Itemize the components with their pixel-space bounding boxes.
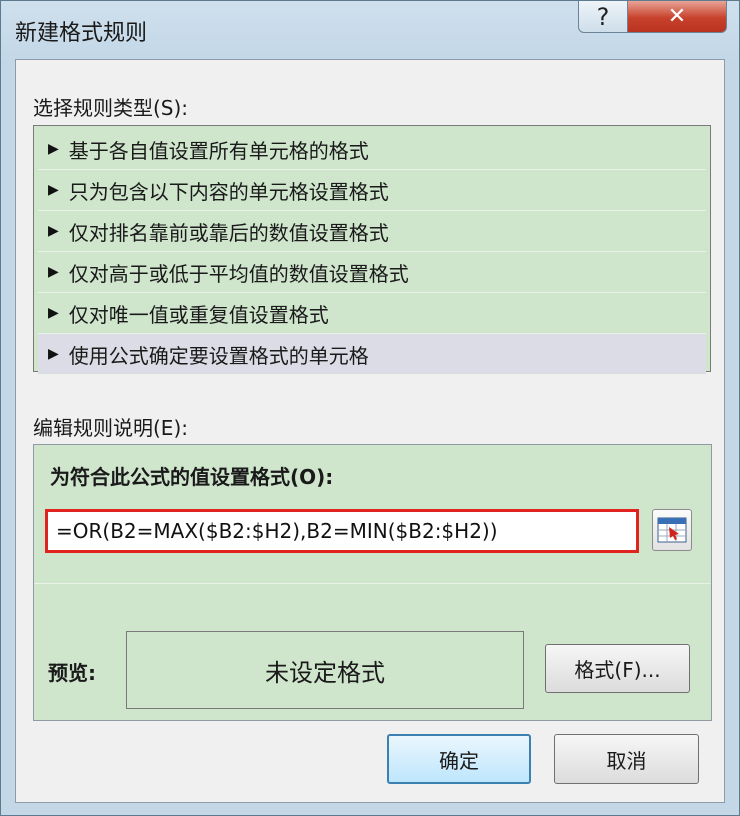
ok-button[interactable]: 确定 bbox=[387, 734, 531, 784]
rule-type-item-label: 仅对唯一值或重复值设置格式 bbox=[68, 302, 329, 327]
triangle-right-icon: ▶ bbox=[48, 305, 59, 321]
rule-type-item-label: 基于各自值设置所有单元格的格式 bbox=[68, 138, 369, 163]
rule-type-item[interactable]: ▶ 仅对排名靠前或靠后的数值设置格式 bbox=[38, 211, 706, 252]
close-button[interactable]: ✕ bbox=[627, 1, 727, 33]
dialog-title: 新建格式规则 bbox=[15, 21, 148, 46]
rule-type-item-label: 只为包含以下内容的单元格设置格式 bbox=[68, 179, 389, 204]
range-select-icon bbox=[657, 517, 687, 543]
collapse-dialog-button[interactable] bbox=[652, 509, 692, 551]
formula-label: 为符合此公式的值设置格式(O): bbox=[50, 465, 334, 489]
format-button[interactable]: 格式(F)... bbox=[545, 644, 690, 693]
cancel-button[interactable]: 取消 bbox=[554, 734, 699, 784]
triangle-right-icon: ▶ bbox=[48, 141, 59, 157]
rule-type-label: 选择规则类型(S): bbox=[33, 96, 189, 120]
triangle-right-icon: ▶ bbox=[48, 264, 59, 280]
rule-type-item-label: 仅对排名靠前或靠后的数值设置格式 bbox=[68, 220, 389, 245]
rule-type-item[interactable]: ▶ 使用公式确定要设置格式的单元格 bbox=[38, 334, 706, 375]
formula-input[interactable] bbox=[45, 509, 639, 553]
format-preview: 未设定格式 bbox=[126, 631, 524, 709]
edit-description-label: 编辑规则说明(E): bbox=[33, 416, 188, 440]
new-format-rule-dialog: 新建格式规则 ? ✕ 选择规则类型(S): ▶ 基于各自值设置所有单元格的格式 ▶ 只… bbox=[0, 0, 740, 816]
panel-divider bbox=[34, 583, 711, 584]
help-button[interactable]: ? bbox=[578, 1, 628, 33]
rule-description-panel: 为符合此公式的值设置格式(O): 预览: 未设定格式 格式(F)... bbox=[33, 444, 712, 721]
rule-type-item[interactable]: ▶ 仅对高于或低于平均值的数值设置格式 bbox=[38, 252, 706, 293]
rule-type-item[interactable]: ▶ 仅对唯一值或重复值设置格式 bbox=[38, 293, 706, 334]
preview-label: 预览: bbox=[48, 661, 96, 685]
help-icon: ? bbox=[596, 2, 610, 31]
triangle-right-icon: ▶ bbox=[48, 182, 59, 198]
rule-type-list[interactable]: ▶ 基于各自值设置所有单元格的格式 ▶ 只为包含以下内容的单元格设置格式 ▶ 仅对排名靠前… bbox=[33, 125, 711, 375]
rule-type-item-label: 使用公式确定要设置格式的单元格 bbox=[68, 343, 369, 368]
rule-type-item[interactable]: ▶ 只为包含以下内容的单元格设置格式 bbox=[38, 170, 706, 211]
rule-type-item[interactable]: ▶ 基于各自值设置所有单元格的格式 bbox=[38, 129, 706, 170]
triangle-right-icon: ▶ bbox=[48, 223, 59, 239]
close-icon: ✕ bbox=[667, 4, 687, 29]
triangle-right-icon: ▶ bbox=[48, 346, 59, 362]
dialog-body: 选择规则类型(S): ▶ 基于各自值设置所有单元格的格式 ▶ 只为包含以下内容的单元格… bbox=[15, 59, 725, 803]
rule-type-item-label: 仅对高于或低于平均值的数值设置格式 bbox=[68, 261, 409, 286]
